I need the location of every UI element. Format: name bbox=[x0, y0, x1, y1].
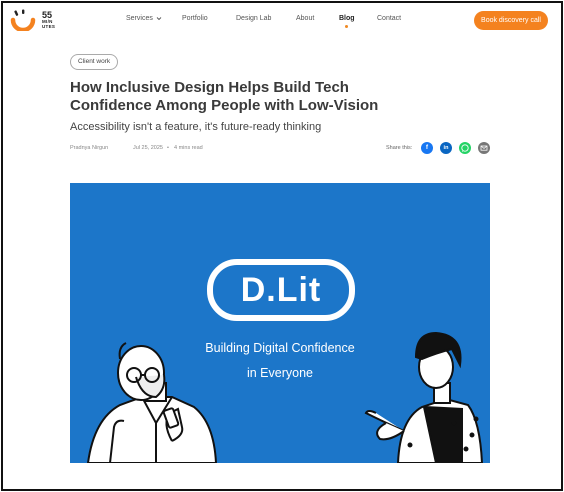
hero-illustration bbox=[86, 331, 484, 463]
nav-item-services-label: Services bbox=[126, 15, 153, 22]
article-title: How Inclusive Design Helps Build Tech Co… bbox=[70, 79, 450, 115]
linkedin-icon: in bbox=[443, 145, 449, 151]
logo-wordmark: 55 MI/N UTES bbox=[42, 10, 56, 30]
author-name[interactable]: Pradnya Nirgun bbox=[70, 145, 108, 151]
nav-item-about[interactable]: About bbox=[296, 15, 314, 22]
logo-word-2: UTES bbox=[42, 24, 56, 29]
facebook-icon: f bbox=[425, 144, 429, 151]
nav-item-design-lab[interactable]: Design Lab bbox=[236, 15, 271, 22]
article-title-line-1: How Inclusive Design Helps Build Tech bbox=[70, 79, 349, 96]
site-logo[interactable]: 55 MI/N UTES bbox=[9, 9, 61, 35]
email-icon bbox=[480, 145, 488, 151]
nav-item-blog-label: Blog bbox=[339, 15, 355, 22]
article-subtitle: Accessibility isn't a feature, it's futu… bbox=[70, 121, 322, 133]
nav-item-contact[interactable]: Contact bbox=[377, 15, 401, 22]
share-linkedin-button[interactable]: in bbox=[440, 142, 452, 154]
nav-item-services[interactable]: Services bbox=[126, 15, 162, 22]
logo-mark-icon bbox=[10, 9, 36, 33]
share-whatsapp-button[interactable] bbox=[459, 142, 471, 154]
older-man-illustration bbox=[86, 342, 218, 463]
share-email-button[interactable] bbox=[478, 142, 490, 154]
nav-item-portfolio[interactable]: Portfolio bbox=[182, 15, 208, 22]
read-time: 4 mins read bbox=[174, 145, 203, 151]
logo-number: 55 bbox=[42, 10, 53, 20]
category-tag[interactable]: Client work bbox=[70, 54, 119, 70]
whatsapp-icon bbox=[461, 144, 469, 152]
share-facebook-button[interactable]: f bbox=[421, 142, 433, 154]
chevron-down-icon bbox=[156, 16, 162, 20]
article-title-line-2: Confidence Among People with Low-Vision bbox=[70, 97, 379, 114]
young-person-illustration bbox=[364, 331, 484, 463]
hero-image: D.Lit Building Digital Confidence in Eve… bbox=[70, 183, 490, 463]
publish-date: Jul 25, 2025 bbox=[133, 145, 163, 151]
active-indicator-dot bbox=[345, 25, 349, 28]
nav-item-blog[interactable]: Blog bbox=[339, 15, 355, 28]
browser-frame: 55 MI/N UTES Services Portfolio Design L… bbox=[1, 1, 563, 491]
meta-separator: • bbox=[167, 145, 169, 151]
site-header: 55 MI/N UTES Services Portfolio Design L… bbox=[3, 3, 561, 39]
book-discovery-call-button[interactable]: Book discovery call bbox=[474, 11, 548, 30]
share-label: Share this: bbox=[386, 145, 413, 151]
